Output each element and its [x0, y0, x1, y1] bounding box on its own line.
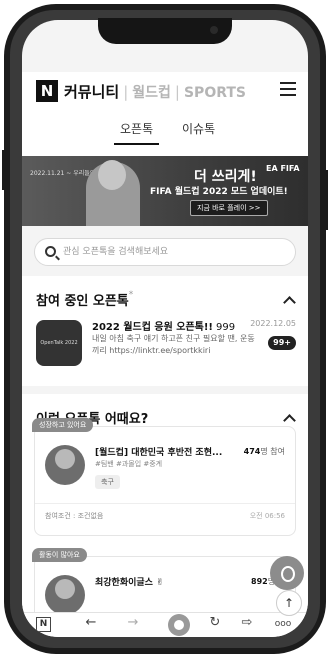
forward-arrow-icon[interactable]: →: [122, 615, 144, 630]
search-input[interactable]: [63, 243, 283, 261]
naver-logo[interactable]: N: [36, 80, 58, 102]
opentalk-name-text: 2022 월드컵 응원 오픈톡!!: [92, 322, 213, 333]
banner-brand-logo: EA FIFA: [266, 164, 300, 173]
back-arrow-icon[interactable]: ←: [80, 615, 102, 630]
sports-link[interactable]: SPORTS: [184, 85, 246, 101]
browser-bottom-bar: N ← → ↻ ⇨ ooo: [22, 612, 308, 637]
create-opentalk-fab[interactable]: [270, 556, 304, 590]
unread-badge: 99+: [268, 336, 296, 350]
collapse-chevron-up-icon[interactable]: [283, 296, 296, 309]
recommend-card[interactable]: [월드컵] 대한민국 후반전 조현... 474명 참여 #팀밴 #과몰입 #중…: [34, 426, 296, 536]
hashtags: #팀밴 #과몰입 #중계: [95, 460, 163, 468]
more-icon[interactable]: ooo: [272, 619, 294, 629]
member-count-value: 474: [243, 447, 261, 456]
collapse-chevron-up-icon[interactable]: [283, 414, 296, 427]
brand-divider: |: [123, 83, 129, 101]
banner-cta-button[interactable]: 지금 바로 플레이 >>: [190, 200, 268, 216]
card-divider: [35, 503, 295, 504]
join-condition: 참여조건 : 조건없음: [45, 512, 104, 520]
section-title: 참여 중인 오픈톡*: [36, 290, 133, 309]
green-dot-icon[interactable]: [168, 614, 190, 636]
brand-name[interactable]: 커뮤니티: [64, 83, 119, 101]
opentalk-name[interactable]: 2022 월드컵 응원 오픈톡!! 999: [92, 318, 235, 333]
phone-screen: N 커뮤니티 | 월드컵 | SPORTS 오픈톡 이슈톡 2022.11.21 ~ 우…: [22, 20, 308, 637]
last-active-time: 오전 06:56: [249, 512, 285, 520]
joined-title-mark: *: [128, 290, 134, 300]
hamburger-menu-icon[interactable]: [280, 82, 296, 96]
scroll-top-button[interactable]: ↑: [276, 590, 302, 616]
opentalk-name: [월드컵] 대한민국 후반전 조현...: [95, 448, 223, 458]
opentalk-thumbnail: [45, 575, 85, 615]
opentalk-member-count: 999: [216, 322, 236, 333]
ad-banner[interactable]: 2022.11.21 ~ 우리들의 월드컵 대회 더 쓰리게! FIFA 월드컵…: [22, 156, 308, 226]
opentalk-name: 최강한화이글스 ✌: [95, 578, 164, 588]
worldcup-link[interactable]: 월드컵: [132, 85, 171, 101]
banner-subtitle: FIFA 월드컵 2022 모드 업데이트!: [150, 187, 288, 197]
side-button-right: [325, 170, 328, 230]
banner-player-head: [98, 160, 126, 190]
banner-title: 더 쓰리게!: [194, 169, 257, 185]
tab-issuetalk[interactable]: 이슈톡: [182, 120, 215, 137]
brand-divider: |: [174, 83, 180, 101]
naver-home-icon[interactable]: N: [36, 617, 51, 632]
opentalk-date: 2022.12.05: [250, 319, 296, 328]
side-button-left: [2, 150, 5, 190]
opentalk-thumbnail[interactable]: OpenTalk 2022: [36, 320, 82, 366]
opentalk-search-bar[interactable]: [34, 238, 296, 266]
opentalk-thumbnail: [45, 445, 85, 485]
tab-bar: 오픈톡 이슈톡: [22, 112, 308, 156]
active-label: 활동이 많아요: [32, 548, 87, 562]
member-count: 474명 참여: [244, 446, 285, 457]
share-icon[interactable]: ⇨: [236, 615, 258, 630]
member-count-value: 892: [251, 577, 268, 586]
reload-icon[interactable]: ↻: [204, 615, 226, 630]
app-header: N 커뮤니티 | 월드컵 | SPORTS 오픈톡 이슈톡: [22, 72, 308, 156]
brand-title: 커뮤니티 | 월드컵 | SPORTS: [64, 81, 246, 102]
front-camera: [210, 26, 218, 34]
search-icon: [45, 246, 56, 257]
member-count-suffix: 명 참여: [260, 447, 285, 456]
thumbnail-text: OpenTalk 2022: [40, 340, 78, 346]
joined-title-text: 참여 중인 오픈톡: [36, 294, 129, 309]
opentalk-last-message: 내일 아침 축구 얘기 하고픈 친구 필요할 땐, 운동끼리 https://l…: [92, 334, 255, 355]
joined-opentalk-section: 참여 중인 오픈톡* OpenTalk 2022 2022 월드컵 응원 오픈톡…: [22, 276, 308, 386]
category-chip[interactable]: 축구: [95, 475, 120, 489]
growing-label: 성장하고 있어요: [32, 418, 94, 432]
tab-opentalk[interactable]: 오픈톡: [113, 120, 160, 145]
